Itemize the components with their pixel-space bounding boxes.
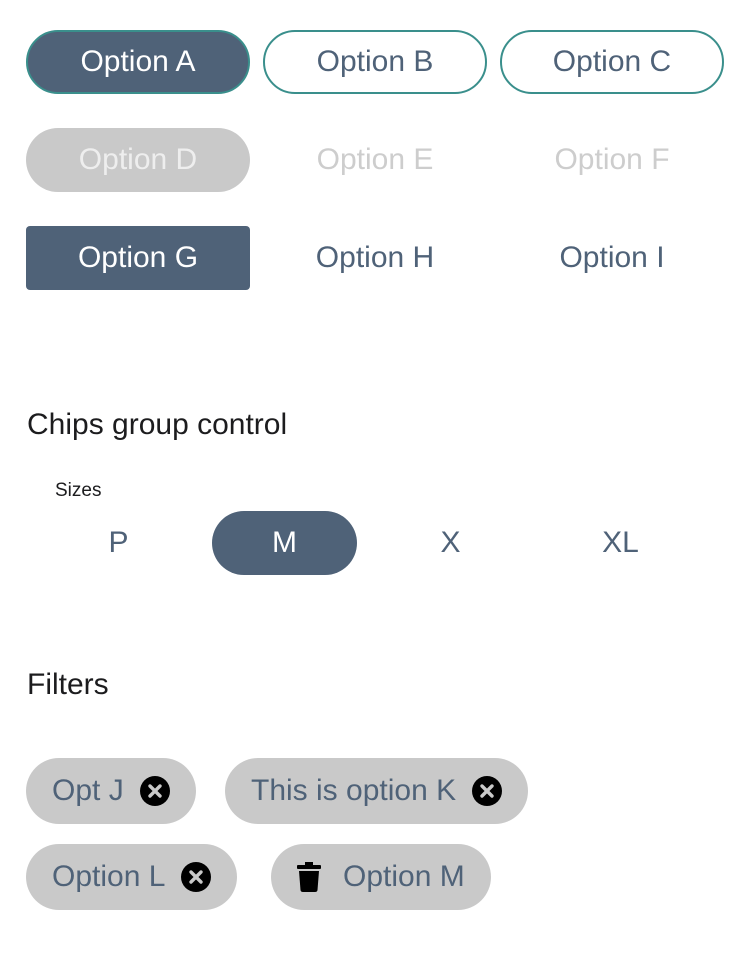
option-e-label: Option E: [316, 143, 434, 176]
option-h-label: Option H: [315, 241, 435, 274]
size-chip-m[interactable]: M: [212, 511, 357, 575]
size-chip-p-label: P: [108, 526, 129, 559]
filter-chip-label: Option M: [343, 860, 465, 893]
size-chip-xl-label: XL: [602, 526, 639, 559]
option-b-label: Option B: [316, 45, 434, 78]
chips-group-title: Chips group control: [27, 408, 288, 441]
size-chip-xl[interactable]: XL: [548, 511, 693, 575]
option-g-button[interactable]: Option G: [26, 226, 250, 290]
filter-chip-label: Opt J: [52, 774, 124, 807]
option-d-button[interactable]: Option D: [26, 128, 250, 192]
option-f-button[interactable]: Option F: [500, 128, 724, 192]
option-g-label: Option G: [77, 241, 199, 274]
size-chip-x-label: X: [440, 526, 461, 559]
close-icon[interactable]: [181, 862, 212, 892]
size-chip-x[interactable]: X: [378, 511, 523, 575]
option-h-button[interactable]: Option H: [263, 226, 487, 290]
close-icon[interactable]: [139, 776, 170, 806]
option-i-label: Option I: [559, 241, 665, 274]
option-b-button[interactable]: Option B: [263, 30, 487, 94]
filter-chip-option-m[interactable]: Option M: [271, 844, 491, 910]
option-c-button[interactable]: Option C: [500, 30, 724, 94]
size-chip-p[interactable]: P: [46, 511, 191, 575]
filter-chip-option-k[interactable]: This is option K: [225, 758, 529, 824]
sizes-label: Sizes: [55, 480, 102, 501]
option-a-button[interactable]: Option A: [26, 30, 250, 94]
filter-chip-option-l[interactable]: Option L: [26, 844, 238, 910]
filter-chip-label: Option L: [52, 860, 166, 893]
option-a-label: Option A: [80, 45, 196, 78]
option-i-button[interactable]: Option I: [500, 226, 724, 290]
filter-chip-opt-j[interactable]: Opt J: [26, 758, 196, 824]
option-d-label: Option D: [78, 143, 198, 176]
filters-title: Filters: [27, 668, 109, 701]
filter-chip-label: This is option K: [251, 774, 457, 807]
option-e-button[interactable]: Option E: [263, 128, 487, 192]
option-f-label: Option F: [554, 143, 670, 176]
close-icon[interactable]: [472, 776, 503, 806]
trash-icon[interactable]: [297, 862, 321, 892]
size-chip-m-label: M: [272, 526, 297, 559]
option-c-label: Option C: [552, 45, 672, 78]
